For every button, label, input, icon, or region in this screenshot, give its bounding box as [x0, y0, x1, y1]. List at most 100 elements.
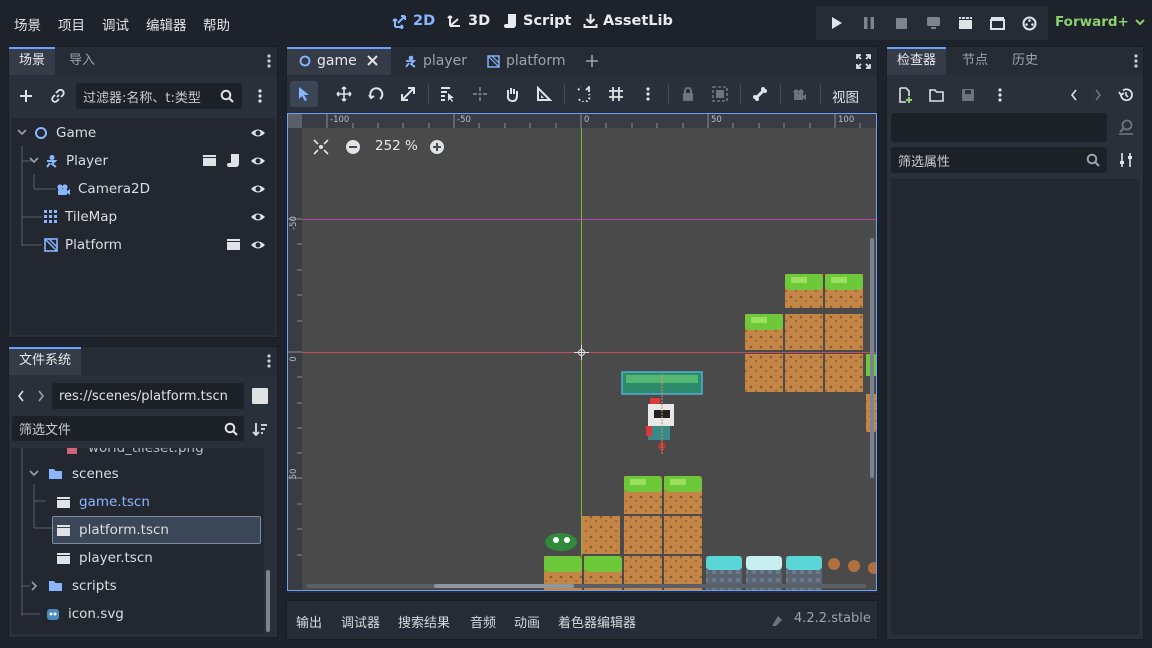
- add-node-button[interactable]: [14, 84, 38, 108]
- inspector-dock-menu-button[interactable]: [1127, 52, 1145, 70]
- fs-item-world-tileset[interactable]: world_tileset.png: [66, 448, 204, 461]
- menu-project[interactable]: 项目: [58, 14, 85, 34]
- tree-node-platform[interactable]: Platform: [44, 232, 122, 258]
- resource-options-button[interactable]: [990, 84, 1010, 106]
- scene-instance-icon[interactable]: [202, 154, 217, 167]
- view-menu-button[interactable]: 视图: [832, 86, 859, 106]
- fs-folder-scenes[interactable]: scenes: [28, 461, 119, 487]
- tree-node-player[interactable]: Player: [28, 148, 108, 174]
- skeleton-button[interactable]: [748, 83, 772, 105]
- load-resource-button[interactable]: [926, 84, 948, 106]
- new-resource-button[interactable]: [894, 84, 916, 106]
- tree-node-game[interactable]: Game: [16, 120, 96, 146]
- tab-animation[interactable]: 动画: [514, 612, 540, 631]
- viewport-2d[interactable]: -100 -50 0 50 100 -50 0 50 252 %: [287, 113, 877, 591]
- property-filter-input[interactable]: 筛选属性: [891, 147, 1107, 173]
- menu-editor[interactable]: 编辑器: [146, 14, 187, 34]
- group-button[interactable]: [708, 83, 732, 105]
- split-view-toggle[interactable]: [252, 388, 268, 404]
- fs-path-field[interactable]: res://scenes/platform.tscn: [52, 383, 244, 409]
- list-select-button[interactable]: [436, 83, 460, 105]
- fs-scrollbar[interactable]: [266, 570, 270, 632]
- menu-debug[interactable]: 调试: [102, 14, 129, 34]
- play-scene-button[interactable]: [953, 11, 977, 35]
- camera-override-button[interactable]: [787, 83, 811, 105]
- tab-inspector[interactable]: 检查器: [887, 47, 947, 75]
- new-file-icon: [899, 87, 912, 103]
- visibility-eye-icon[interactable]: [250, 125, 266, 141]
- fs-forward-button[interactable]: [34, 386, 48, 406]
- scale-mode-button[interactable]: [396, 83, 420, 105]
- viewport-h-scrollbar[interactable]: [434, 584, 574, 588]
- history-back-button[interactable]: [1066, 84, 1082, 106]
- visibility-eye-icon[interactable]: [250, 153, 266, 169]
- pivot-mode-button[interactable]: [468, 83, 492, 105]
- tab-history[interactable]: 历史: [1002, 47, 1048, 75]
- menu-scene[interactable]: 场景: [14, 14, 41, 34]
- visibility-eye-icon[interactable]: [250, 181, 266, 197]
- workspace-3d-button[interactable]: 3D: [447, 13, 490, 29]
- visibility-eye-icon[interactable]: [250, 209, 266, 225]
- tab-debugger[interactable]: 调试器: [341, 612, 380, 631]
- new-tab-plus-icon[interactable]: [585, 54, 599, 68]
- tab-output[interactable]: 输出: [296, 612, 322, 631]
- pause-button[interactable]: [857, 11, 881, 35]
- fs-file-player-tscn[interactable]: player.tscn: [56, 545, 153, 571]
- save-resource-button[interactable]: [957, 84, 979, 106]
- tab-player[interactable]: player: [404, 53, 467, 69]
- lock-button[interactable]: [676, 83, 700, 105]
- distraction-free-icon[interactable]: [856, 54, 871, 69]
- inspector-options-button[interactable]: [1116, 150, 1136, 170]
- scene-filter-menu-button[interactable]: [251, 86, 269, 106]
- tree-node-camera2d[interactable]: Camera2D: [56, 176, 150, 202]
- scene-instance-icon[interactable]: [226, 238, 241, 251]
- snap-options-button[interactable]: [636, 83, 660, 105]
- pan-mode-button[interactable]: [500, 83, 524, 105]
- fs-filter-input[interactable]: 筛选文件: [12, 416, 244, 441]
- fs-back-button[interactable]: [14, 386, 28, 406]
- fs-folder-scripts[interactable]: scripts: [28, 573, 117, 599]
- tab-search-results[interactable]: 搜索结果: [398, 612, 450, 631]
- menu-help[interactable]: 帮助: [203, 14, 230, 34]
- instance-scene-button[interactable]: [46, 84, 70, 108]
- search-icon: [218, 87, 236, 105]
- tab-filesystem[interactable]: 文件系统: [9, 347, 82, 375]
- close-tab-icon[interactable]: [366, 54, 379, 67]
- play-custom-scene-button[interactable]: [985, 11, 1009, 35]
- sort-button[interactable]: [250, 419, 270, 439]
- stop-button[interactable]: [889, 11, 913, 35]
- ruler-mode-button[interactable]: [532, 83, 556, 105]
- rotate-mode-button[interactable]: [364, 83, 388, 105]
- fs-file-game-tscn[interactable]: game.tscn: [56, 489, 150, 515]
- smart-snap-button[interactable]: [572, 83, 596, 105]
- attached-script-icon[interactable]: [227, 153, 240, 168]
- tab-import[interactable]: 导入: [59, 47, 105, 75]
- recent-objects-button[interactable]: [1116, 84, 1136, 106]
- object-selector[interactable]: [891, 113, 1107, 142]
- renderer-select[interactable]: Forward+: [1055, 14, 1145, 30]
- workspace-assetlib-button[interactable]: AssetLib: [583, 13, 673, 29]
- viewport-v-scrollbar[interactable]: [870, 238, 874, 478]
- history-forward-button[interactable]: [1090, 84, 1106, 106]
- fs-dock-menu-button[interactable]: [260, 352, 278, 370]
- grid-snap-button[interactable]: [604, 83, 628, 105]
- object-docs-search-icon[interactable]: [1117, 118, 1135, 136]
- fs-file-platform-tscn[interactable]: platform.tscn: [56, 517, 169, 543]
- movie-maker-button[interactable]: [1017, 11, 1041, 35]
- select-mode-button[interactable]: [292, 83, 316, 105]
- workspace-2d-button[interactable]: 2D: [392, 13, 435, 29]
- version-label[interactable]: 4.2.2.stable: [794, 611, 871, 626]
- tab-node[interactable]: 节点: [952, 47, 998, 75]
- play-button[interactable]: [825, 11, 849, 35]
- tab-platform[interactable]: platform: [487, 53, 566, 69]
- workspace-script-button[interactable]: Script: [504, 13, 571, 29]
- tree-node-tilemap[interactable]: TileMap: [44, 204, 117, 230]
- tab-scene[interactable]: 场景: [9, 47, 56, 75]
- tab-shader-editor[interactable]: 着色器编辑器: [558, 612, 636, 631]
- tab-audio[interactable]: 音频: [470, 612, 496, 631]
- scene-dock-menu-button[interactable]: [260, 52, 278, 70]
- move-mode-button[interactable]: [332, 83, 356, 105]
- fs-file-icon-svg[interactable]: icon.svg: [46, 601, 124, 627]
- visibility-eye-icon[interactable]: [250, 237, 266, 253]
- remote-debug-button[interactable]: [921, 11, 945, 35]
